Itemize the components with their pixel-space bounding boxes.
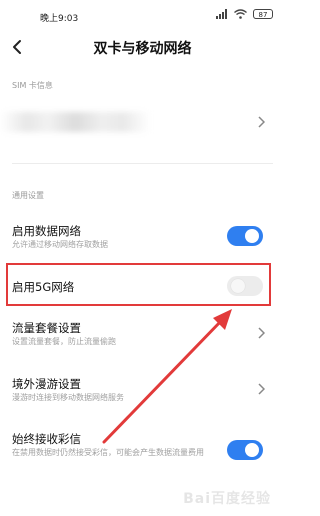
roaming-row[interactable]: 境外漫游设置 漫游时连接到移动数据网络服务	[0, 371, 285, 411]
data-network-row[interactable]: 启用数据网络 允许通过移动网络存取数据	[0, 218, 285, 260]
chevron-right-icon	[258, 116, 265, 128]
header: 双卡与移动网络	[0, 30, 285, 64]
page-title: 双卡与移动网络	[93, 41, 192, 57]
status-time: 晚上9:03	[40, 14, 79, 24]
data-plan-row[interactable]: 流量套餐设置 设置流量套餐，防止流量偷跑	[0, 315, 285, 355]
general-section-label: 通用设置	[12, 191, 44, 200]
mms-toggle[interactable]	[227, 440, 263, 460]
mms-row[interactable]: 始终接收彩信 在禁用数据时仍然接受彩信，可能会产生数据流量费用	[0, 426, 285, 472]
sim-section-label: SIM 卡信息	[12, 81, 53, 90]
sim-card-row[interactable]	[0, 100, 285, 144]
highlight-box	[6, 263, 271, 306]
wifi-icon	[234, 9, 247, 19]
data-network-subtitle: 允许通过移动网络存取数据	[12, 240, 108, 249]
mms-subtitle: 在禁用数据时仍然接受彩信，可能会产生数据流量费用	[12, 448, 204, 457]
roaming-title: 境外漫游设置	[12, 377, 81, 391]
data-plan-title: 流量套餐设置	[12, 321, 81, 335]
status-bar: 晚上9:03 87	[0, 0, 285, 30]
data-plan-subtitle: 设置流量套餐，防止流量偷跑	[12, 337, 116, 346]
sim-info-blurred	[0, 112, 150, 132]
status-icons: 87	[216, 9, 273, 19]
chevron-right-icon	[258, 327, 265, 339]
data-network-title: 启用数据网络	[12, 224, 81, 238]
mms-title: 始终接收彩信	[12, 432, 81, 446]
battery-indicator: 87	[253, 9, 273, 19]
signal-icon	[216, 9, 227, 19]
roaming-subtitle: 漫游时连接到移动数据网络服务	[12, 393, 124, 402]
watermark: Bai百度经验	[183, 491, 271, 507]
section-divider	[12, 163, 273, 164]
data-network-toggle[interactable]	[227, 226, 263, 246]
chevron-right-icon	[258, 383, 265, 395]
